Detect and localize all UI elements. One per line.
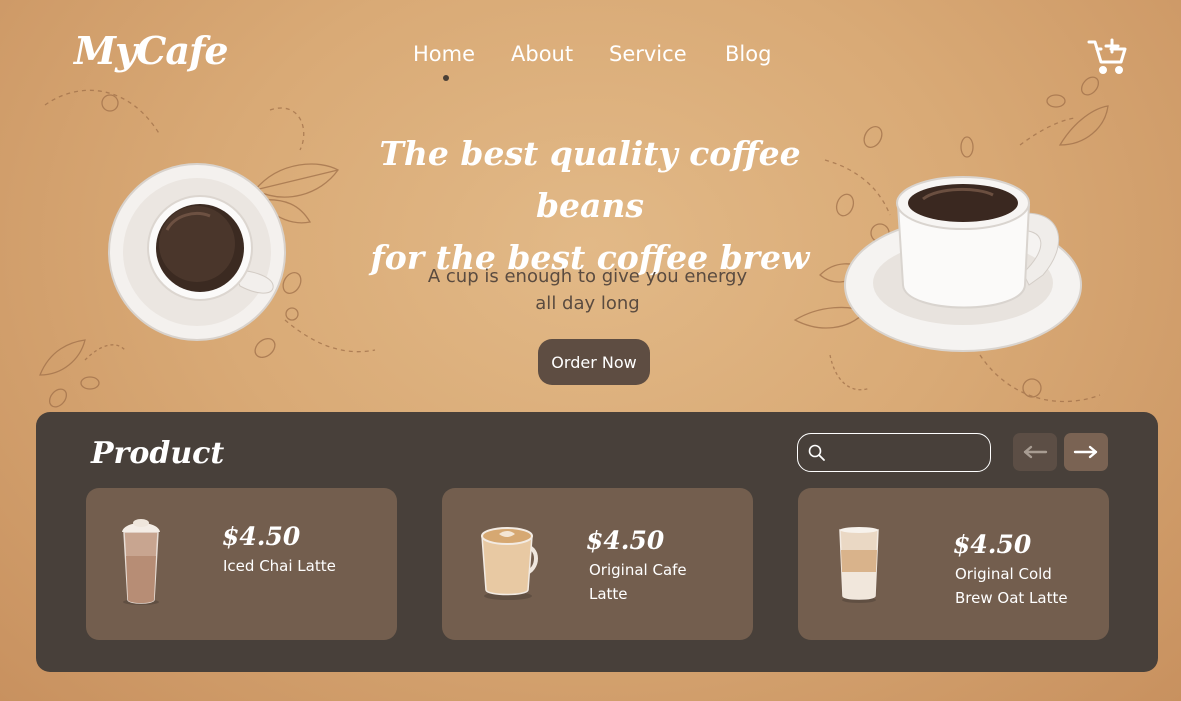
product-search[interactable] [797, 433, 991, 472]
hero-subtitle-line: A cup is enough to give you energy [427, 266, 748, 287]
product-name-line: Iced Chai Latte [223, 557, 336, 575]
product-name: Original Cafe Latte [589, 558, 749, 606]
arrow-right-icon [1073, 445, 1098, 459]
product-name-line: Latte [589, 585, 628, 603]
product-price: $4.50 [222, 522, 301, 551]
nav-item-blog[interactable]: Blog [725, 42, 771, 66]
product-card[interactable]: $4.50 Original Cafe Latte [442, 488, 753, 640]
product-name: Iced Chai Latte [223, 554, 383, 578]
coffee-cup-side-view-image [844, 176, 1082, 352]
product-name: Original Cold Brew Oat Latte [955, 562, 1115, 610]
cold-brew-oat-latte-image [839, 527, 879, 603]
order-now-button[interactable]: Order Now [538, 339, 650, 385]
search-input[interactable] [832, 440, 982, 466]
hero-subtitle-line: all day long [535, 293, 640, 314]
product-name-line: Original Cafe [589, 561, 687, 579]
hero-title-line: The best quality coffee beans [379, 134, 801, 225]
iced-chai-latte-image [122, 519, 160, 605]
nav-item-service[interactable]: Service [609, 42, 687, 66]
cart-plus-icon[interactable] [1087, 38, 1129, 76]
product-price: $4.50 [586, 526, 665, 555]
arrow-left-icon [1023, 445, 1048, 459]
product-panel: Product $4.50 Iced Chai Latte $4.50 Orig… [36, 412, 1158, 672]
hero-title: The best quality coffee beans for the be… [330, 128, 850, 284]
carousel-prev-button[interactable] [1013, 433, 1057, 471]
carousel-next-button[interactable] [1064, 433, 1108, 471]
search-icon [808, 444, 825, 461]
coffee-cup-top-view-image [108, 163, 286, 341]
product-name-line: Original Cold [955, 565, 1052, 583]
product-card[interactable]: $4.50 Iced Chai Latte [86, 488, 397, 640]
product-name-line: Brew Oat Latte [955, 589, 1068, 607]
product-section-title: Product [91, 436, 225, 471]
hero-subtitle: A cup is enough to give you energy all d… [400, 263, 775, 317]
main-nav: Home About Service Blog [0, 42, 1181, 82]
nav-item-home[interactable]: Home [413, 42, 475, 66]
nav-item-about[interactable]: About [511, 42, 573, 66]
product-price: $4.50 [953, 530, 1032, 559]
product-card[interactable]: $4.50 Original Cold Brew Oat Latte [798, 488, 1109, 640]
cafe-latte-image [481, 527, 538, 600]
nav-active-indicator [443, 75, 449, 81]
